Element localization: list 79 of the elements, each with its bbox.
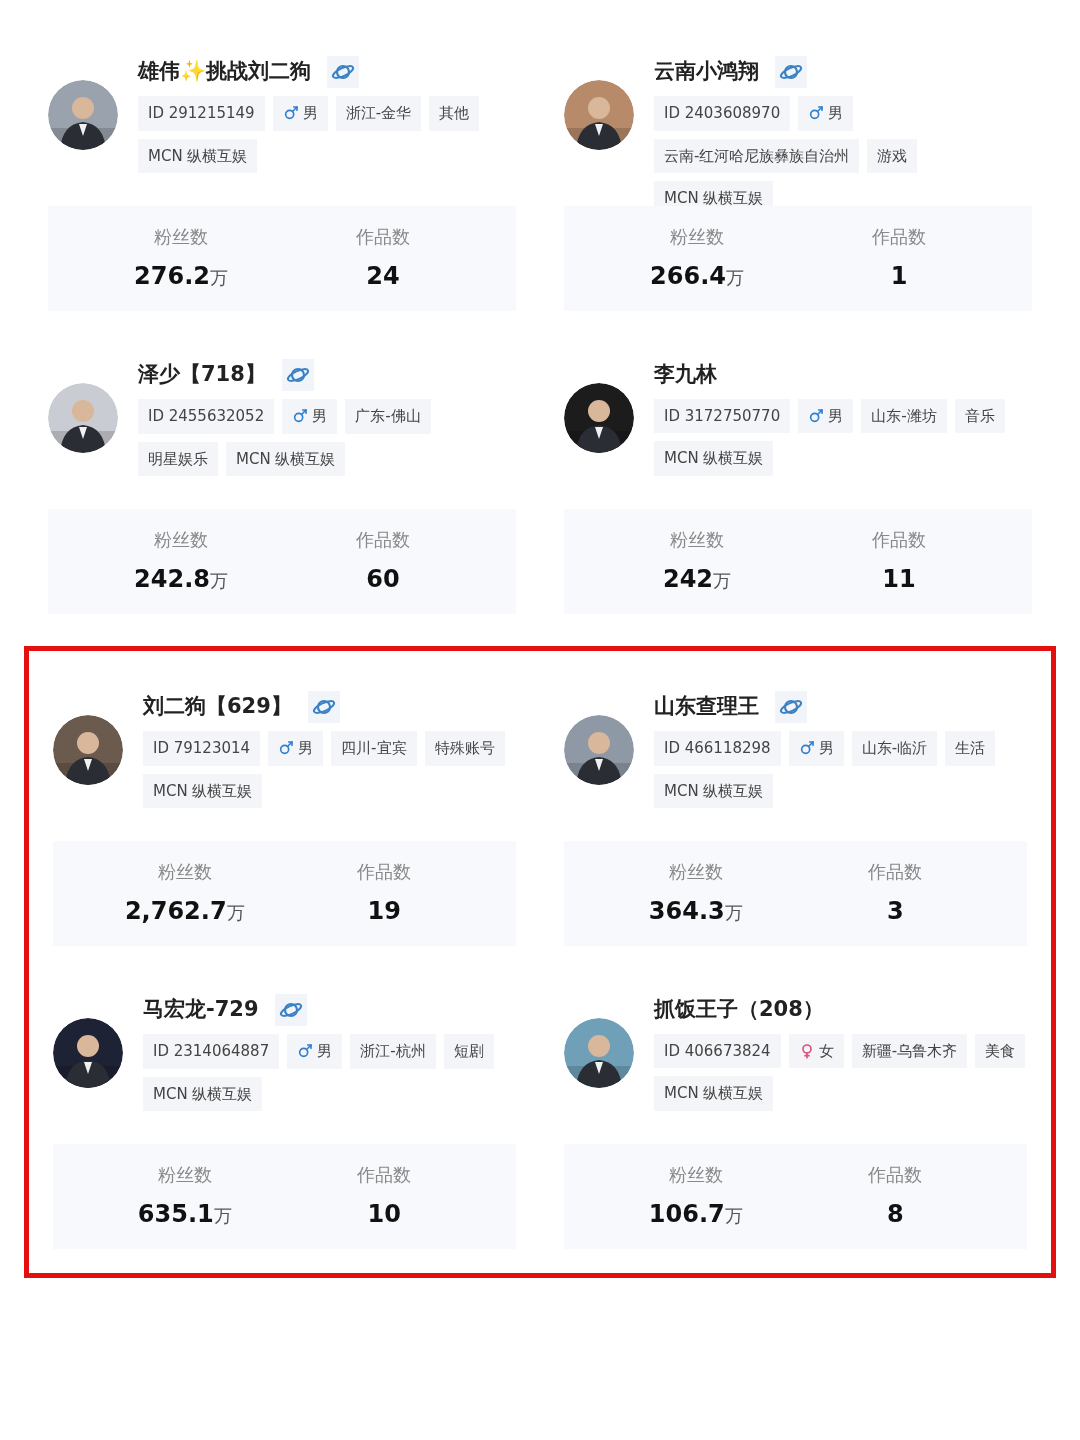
info-tag: 生活 xyxy=(945,731,996,766)
info-tag: 广东-佛山 xyxy=(345,399,431,434)
gender-text: 男 xyxy=(317,1041,333,1062)
gender-text: 男 xyxy=(818,738,834,759)
info-tag: MCN 纵横互娱 xyxy=(654,441,774,476)
account-name: 抓饭王子（208） xyxy=(654,996,824,1023)
account-name: 云南小鸿翔 xyxy=(654,58,759,86)
id-tag: ID 291215149 xyxy=(138,96,265,131)
info-tag: 明星娱乐 xyxy=(138,441,218,476)
id-tag: ID 466118298 xyxy=(654,731,781,766)
stat-label: 作品数 xyxy=(357,860,412,884)
gender-text: 男 xyxy=(312,406,328,427)
id-tag: ID 2403608970 xyxy=(654,96,791,131)
stat-label: 粉丝数 xyxy=(157,860,212,884)
stat-label: 粉丝数 xyxy=(670,528,724,552)
account-name: 马宏龙-729 xyxy=(143,996,259,1024)
works-count: 1 xyxy=(890,261,908,292)
stat-label: 作品数 xyxy=(872,528,926,552)
stat-label: 作品数 xyxy=(356,225,410,249)
account-name: 泽少【718】 xyxy=(138,361,266,389)
fans-count: 106.7万 xyxy=(648,1199,743,1230)
gender-text: 女 xyxy=(818,1040,834,1062)
info-tag: MCN 纵横互娱 xyxy=(143,1076,263,1111)
fans-count: 266.4万 xyxy=(650,261,744,292)
info-tag: MCN 纵横互娱 xyxy=(143,773,263,808)
id-tag: ID 3172750770 xyxy=(654,398,791,433)
id-tag: ID 2455632052 xyxy=(138,399,275,434)
gender-text: 男 xyxy=(302,103,318,124)
stat-label: 粉丝数 xyxy=(157,1163,212,1187)
info-tag: 音乐 xyxy=(954,398,1005,433)
id-tag: ID 2314064887 xyxy=(143,1034,280,1069)
info-tag: MCN 纵横互娱 xyxy=(226,441,346,476)
fans-count: 2,762.7万 xyxy=(124,896,245,927)
stat-label: 作品数 xyxy=(357,1163,412,1187)
gender-text: 男 xyxy=(828,103,844,124)
info-tag: 云南-红河哈尼族彝族自治州 xyxy=(654,138,860,173)
info-tag: MCN 纵横互娱 xyxy=(138,138,258,173)
fans-count: 276.2万 xyxy=(134,261,228,292)
stat-label: 粉丝数 xyxy=(154,528,208,552)
info-tag: 新疆-乌鲁木齐 xyxy=(851,1033,968,1068)
info-tag: 特殊账号 xyxy=(424,731,505,766)
works-count: 11 xyxy=(882,564,916,595)
info-tag: 山东-潍坊 xyxy=(861,398,947,433)
works-count: 19 xyxy=(367,896,401,927)
info-tag: 游戏 xyxy=(867,138,918,173)
works-count: 60 xyxy=(366,564,400,595)
info-tag: 山东-临沂 xyxy=(851,731,938,766)
info-tag: 四川-宜宾 xyxy=(331,731,417,766)
info-tag: 美食 xyxy=(975,1033,1026,1068)
stat-label: 作品数 xyxy=(868,860,923,884)
fans-count: 242.8万 xyxy=(134,564,228,595)
account-name: 雄伟✨挑战刘二狗 xyxy=(138,58,311,86)
info-tag: 其他 xyxy=(429,96,480,131)
works-count: 3 xyxy=(886,896,904,927)
fans-count: 242万 xyxy=(662,564,732,595)
info-tag: 浙江-金华 xyxy=(335,96,422,131)
gender-text: 男 xyxy=(298,738,314,759)
stat-label: 粉丝数 xyxy=(670,225,724,249)
account-name: 李九林 xyxy=(654,361,717,388)
stat-label: 粉丝数 xyxy=(154,225,208,249)
id-tag: ID 406673824 xyxy=(654,1033,781,1068)
info-tag: 浙江-杭州 xyxy=(350,1034,436,1069)
works-count: 24 xyxy=(366,261,400,292)
fans-count: 364.3万 xyxy=(648,896,743,927)
gender-text: 男 xyxy=(828,405,844,427)
stat-label: 作品数 xyxy=(356,528,410,552)
info-tag: 短剧 xyxy=(443,1034,494,1069)
info-tag: MCN 纵横互娱 xyxy=(654,773,774,808)
works-count: 8 xyxy=(886,1199,904,1230)
id-tag: ID 79123014 xyxy=(143,731,261,766)
stat-label: 粉丝数 xyxy=(668,860,723,884)
info-tag: MCN 纵横互娱 xyxy=(654,1076,774,1111)
stat-label: 作品数 xyxy=(872,225,926,249)
stat-label: 作品数 xyxy=(868,1163,923,1187)
fans-count: 635.1万 xyxy=(137,1199,232,1230)
account-name: 刘二狗【629】 xyxy=(143,693,292,721)
account-name: 山东查理王 xyxy=(654,693,759,721)
stat-label: 粉丝数 xyxy=(668,1163,723,1187)
works-count: 10 xyxy=(367,1199,401,1230)
